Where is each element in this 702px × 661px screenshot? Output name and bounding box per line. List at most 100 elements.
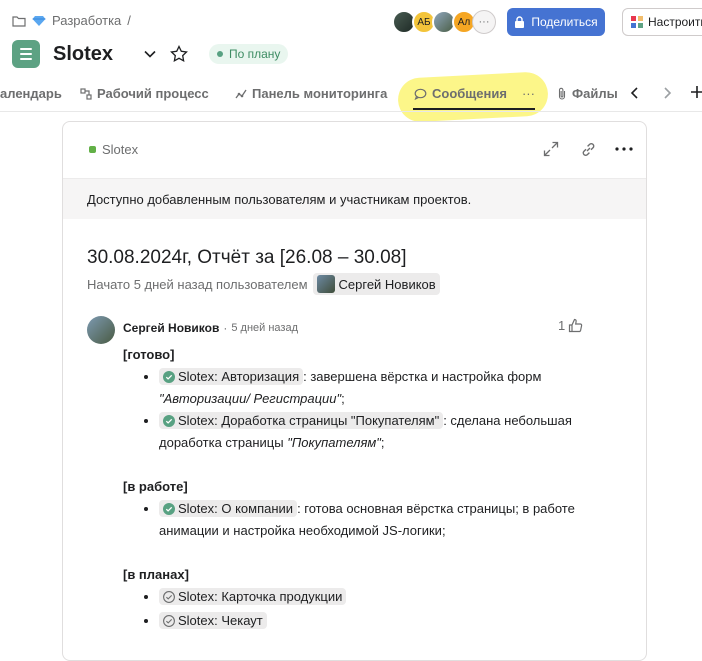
task-name: Slotex: Авторизация bbox=[178, 369, 300, 384]
chevron-left-icon[interactable] bbox=[630, 86, 640, 100]
task-chip[interactable]: Slotex: Карточка продукции bbox=[159, 588, 347, 605]
tab-label: Панель мониторинга bbox=[252, 86, 388, 101]
section-heading: [в планах] bbox=[123, 567, 189, 582]
comment-body: [готово] Slotex: Авторизация: завершена … bbox=[123, 344, 603, 632]
task-list: Slotex: Карточка продукции Slotex: Чекау… bbox=[159, 586, 603, 632]
tab-label: алендарь bbox=[0, 86, 62, 101]
list-item: Slotex: Чекаут bbox=[159, 610, 603, 632]
check-circle-outline-icon bbox=[163, 615, 175, 627]
user-chip[interactable]: Сергей Новиков bbox=[312, 273, 440, 295]
tab-label: Сообщения bbox=[432, 86, 507, 101]
tab-label: Рабочий процесс bbox=[97, 86, 209, 101]
check-circle-icon bbox=[163, 415, 175, 427]
breadcrumb-separator: / bbox=[127, 13, 131, 28]
started-prefix: Начато 5 дней назад пользователем bbox=[87, 276, 308, 292]
task-name: Slotex: Доработка страницы "Покупателям" bbox=[178, 413, 440, 428]
share-label: Поделиться bbox=[531, 15, 598, 29]
task-name: Slotex: О компании bbox=[178, 501, 294, 516]
tab-calendar[interactable]: алендарь bbox=[0, 86, 62, 101]
task-name: Slotex: Чекаут bbox=[178, 613, 263, 628]
expand-icon[interactable] bbox=[543, 141, 559, 157]
message-card: Slotex Доступно добавленным пользователя… bbox=[62, 121, 647, 661]
diamond-icon bbox=[32, 15, 46, 27]
list-item: Slotex: Авторизация: завершена вёрстка и… bbox=[159, 366, 603, 410]
check-circle-icon bbox=[163, 503, 175, 515]
chat-bubble-icon bbox=[414, 88, 427, 100]
task-list: Slotex: Авторизация: завершена вёрстка и… bbox=[159, 366, 603, 454]
task-chip[interactable]: Slotex: Доработка страницы "Покупателям" bbox=[159, 412, 444, 429]
project-color-dot bbox=[89, 146, 96, 153]
status-label: По плану bbox=[229, 47, 281, 61]
customize-label: Настроить bbox=[648, 15, 702, 29]
task-emphasis: "Покупателям" bbox=[287, 435, 381, 450]
avatar bbox=[316, 275, 335, 293]
task-chip[interactable]: Slotex: О компании bbox=[159, 500, 298, 517]
chevron-right-icon[interactable] bbox=[662, 86, 672, 100]
add-tab-icon[interactable] bbox=[691, 85, 702, 99]
task-text: : завершена вёрстка и настройка форм bbox=[303, 369, 542, 384]
check-circle-icon bbox=[163, 371, 175, 383]
dashboard-icon bbox=[235, 88, 247, 100]
comment-meta: Сергей Новиков · 5 дней назад bbox=[123, 321, 298, 335]
meta-separator: · bbox=[223, 321, 228, 335]
list-item: Slotex: Доработка страницы "Покупателям"… bbox=[159, 410, 603, 454]
message-started-line: Начато 5 дней назад пользователем Сергей… bbox=[87, 273, 440, 295]
task-name: Slotex: Карточка продукции bbox=[178, 589, 343, 604]
thumbs-up-icon bbox=[568, 318, 583, 333]
page-title[interactable]: Slotex bbox=[53, 43, 113, 66]
customize-button[interactable]: Настроить bbox=[622, 8, 702, 36]
member-avatars[interactable]: АБ Ал ··· bbox=[392, 10, 496, 34]
project-header: Slotex bbox=[12, 40, 113, 68]
message-title[interactable]: 30.08.2024г, Отчёт за [26.08 – 30.08] bbox=[87, 247, 407, 269]
comment-time: 5 дней назад bbox=[231, 322, 298, 334]
task-chip[interactable]: Slotex: Авторизация bbox=[159, 368, 304, 385]
workflow-icon bbox=[80, 87, 92, 100]
folder-icon[interactable] bbox=[12, 15, 26, 27]
breadcrumb: Разработка / bbox=[12, 13, 131, 28]
project-tabs: алендарь Рабочий процесс Панель монитори… bbox=[0, 82, 702, 108]
avatar[interactable] bbox=[87, 316, 115, 344]
apps-icon bbox=[631, 16, 643, 28]
access-notice: Доступно добавленным пользователям и уча… bbox=[63, 179, 646, 219]
task-chip[interactable]: Slotex: Чекаут bbox=[159, 612, 267, 629]
more-options-icon[interactable] bbox=[615, 147, 633, 151]
tab-messages[interactable]: Сообщения ··· bbox=[414, 86, 535, 101]
project-chip[interactable]: Slotex bbox=[89, 142, 138, 157]
check-circle-outline-icon bbox=[163, 591, 175, 603]
share-button[interactable]: Поделиться bbox=[507, 8, 605, 36]
status-badge[interactable]: По плану bbox=[209, 44, 289, 64]
status-dot bbox=[217, 51, 223, 57]
more-members-icon[interactable]: ··· bbox=[472, 10, 496, 34]
list-item: Slotex: Карточка продукции bbox=[159, 586, 603, 608]
project-list-icon[interactable] bbox=[12, 40, 40, 68]
breadcrumb-section[interactable]: Разработка bbox=[52, 13, 121, 28]
project-chip-label: Slotex bbox=[102, 142, 139, 157]
tab-files[interactable]: Файлы bbox=[557, 86, 618, 101]
task-tail: ; bbox=[380, 435, 385, 450]
tab-dashboard[interactable]: Панель мониторинга bbox=[235, 86, 387, 101]
lock-icon bbox=[514, 16, 525, 28]
tab-workflow[interactable]: Рабочий процесс bbox=[80, 86, 209, 101]
comment-author[interactable]: Сергей Новиков bbox=[123, 321, 219, 335]
star-icon[interactable] bbox=[170, 45, 188, 63]
task-list: Slotex: О компании: готова основная вёрс… bbox=[159, 498, 603, 542]
active-tab-underline bbox=[413, 108, 535, 110]
like-count: 1 bbox=[558, 318, 566, 333]
list-item: Slotex: О компании: готова основная вёрс… bbox=[159, 498, 603, 542]
task-emphasis: "Авторизации/ Регистрации" bbox=[159, 391, 342, 406]
section-heading: [в работе] bbox=[123, 479, 188, 494]
tab-more-icon[interactable]: ··· bbox=[522, 86, 535, 101]
link-icon[interactable] bbox=[580, 141, 597, 158]
card-header: Slotex bbox=[63, 122, 646, 179]
like-button[interactable]: 1 bbox=[558, 318, 583, 333]
user-chip-name: Сергей Новиков bbox=[338, 276, 436, 292]
section-heading: [готово] bbox=[123, 347, 175, 362]
tabs-divider bbox=[0, 111, 702, 112]
chevron-down-icon[interactable] bbox=[143, 47, 157, 61]
paperclip-icon bbox=[557, 87, 567, 100]
top-bar: Разработка / АБ Ал ··· Поделиться Настро… bbox=[0, 0, 702, 44]
tab-label: Файлы bbox=[572, 86, 618, 101]
task-tail: ; bbox=[341, 391, 345, 406]
